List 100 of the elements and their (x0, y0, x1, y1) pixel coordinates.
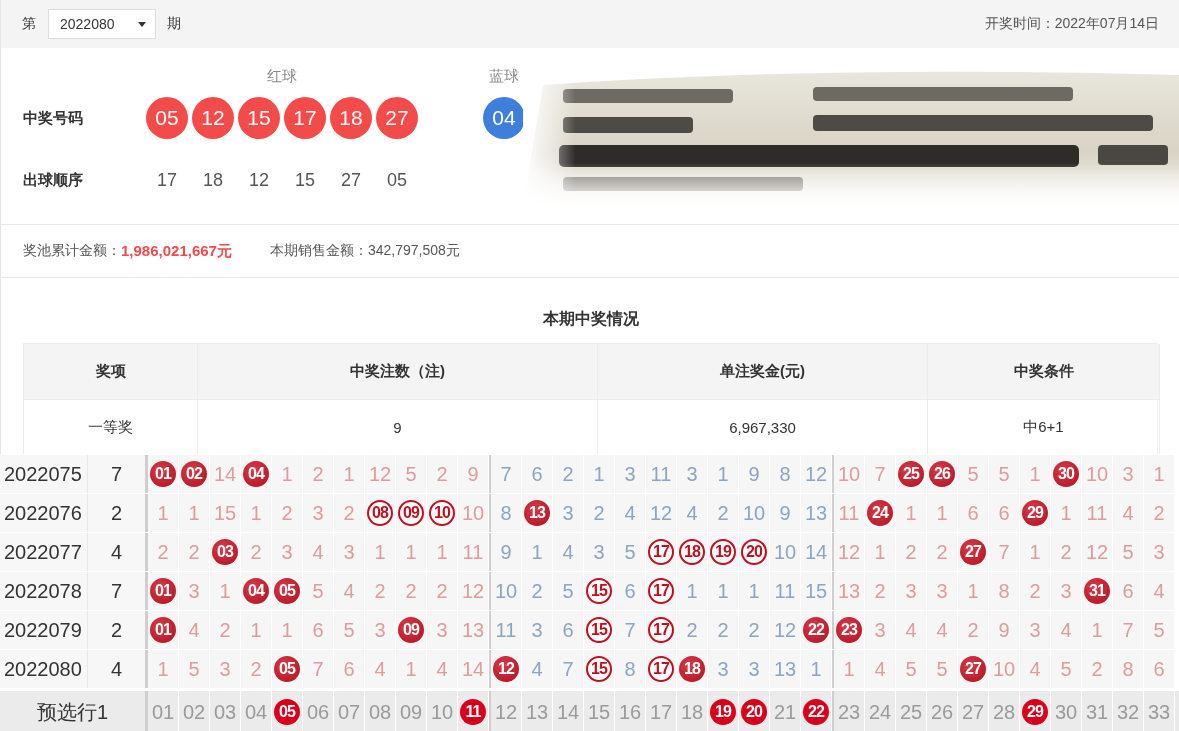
period-cell: 2022076 (0, 494, 88, 532)
number-ball: 27 (960, 539, 986, 565)
period-cell: 2022080 (0, 650, 88, 688)
miss-count: 4 (936, 618, 948, 642)
period-cell: 2022075 (0, 455, 88, 493)
miss-count: 4 (1153, 579, 1165, 603)
miss-count: 5 (343, 618, 355, 642)
miss-count: 10 (773, 540, 797, 564)
number-ball[interactable]: 05 (274, 699, 300, 725)
miss-count: 1 (1029, 462, 1041, 486)
draw-date: 开奖时间：2022年07月14日 (984, 15, 1159, 33)
miss-count: 12 (837, 540, 861, 564)
number-option[interactable]: 01 (151, 700, 175, 724)
miss-count: 2 (967, 618, 979, 642)
number-option[interactable]: 15 (587, 700, 611, 724)
miss-count: 6 (998, 501, 1010, 525)
circled-number: 17 (648, 617, 674, 643)
number-ball: 18 (679, 656, 705, 682)
number-option[interactable]: 25 (899, 700, 923, 724)
number-option[interactable]: 27 (961, 700, 985, 724)
issue-select[interactable]: 2022080 (48, 9, 156, 39)
number-option[interactable]: 26 (930, 700, 954, 724)
miss-count: 12 (461, 579, 485, 603)
miss-count: 13 (461, 618, 485, 642)
miss-count: 14 (213, 462, 237, 486)
number-option[interactable]: 04 (244, 700, 268, 724)
number-option[interactable]: 21 (773, 700, 797, 724)
number-ball[interactable]: 20 (741, 699, 767, 725)
period-cell: 2022079 (0, 611, 88, 649)
pool-amount: 1,986,021,667元 (121, 241, 232, 261)
miss-count: 1 (874, 540, 886, 564)
table-cell: 6,967,330 (598, 400, 928, 454)
miss-count: 15 (213, 501, 237, 525)
number-option[interactable]: 31 (1085, 700, 1109, 724)
number-ball[interactable]: 19 (710, 699, 736, 725)
number-ball[interactable]: 22 (803, 699, 829, 725)
number-ball[interactable]: 11 (460, 699, 486, 725)
miss-count: 5 (1060, 657, 1072, 681)
number-ball[interactable]: 29 (1022, 699, 1048, 725)
miss-count: 2 (686, 618, 698, 642)
miss-count: 3 (281, 540, 293, 564)
row-label: 中奖号码 (23, 108, 84, 128)
miss-count: 11 (495, 618, 517, 642)
miss-count: 11 (1086, 501, 1108, 525)
miss-count: 3 (593, 540, 605, 564)
miss-count: 3 (188, 579, 200, 603)
number-ball: 02 (181, 461, 207, 487)
table-cell: 中6+1 (928, 400, 1160, 454)
miss-count: 2 (593, 501, 605, 525)
number-option[interactable]: 13 (525, 700, 549, 724)
number-option[interactable]: 02 (182, 700, 206, 724)
number-option[interactable]: 09 (399, 700, 423, 724)
miss-count: 3 (531, 618, 543, 642)
number-option[interactable]: 08 (368, 700, 392, 724)
miss-count: 2 (531, 579, 543, 603)
miss-count: 8 (1122, 657, 1134, 681)
miss-count: 2 (188, 540, 200, 564)
number-ball: 29 (1022, 500, 1048, 526)
number-option[interactable]: 18 (680, 700, 704, 724)
number-ball: 15 (238, 97, 280, 139)
number-option[interactable]: 24 (868, 700, 892, 724)
number-ball: 04 (243, 578, 269, 604)
miss-count: 2 (1060, 540, 1072, 564)
table-cell: 一等奖 (24, 400, 198, 454)
miss-count: 5 (1122, 540, 1134, 564)
miss-count: 7 (874, 462, 886, 486)
number-ball: 05 (146, 97, 188, 139)
number-option[interactable]: 06 (306, 700, 330, 724)
miss-count: 3 (374, 618, 386, 642)
miss-count: 6 (312, 618, 324, 642)
number-option[interactable]: 14 (556, 700, 580, 724)
number-option[interactable]: 32 (1116, 700, 1140, 724)
column-header: 中奖注数（注) (198, 344, 598, 400)
miss-count: 9 (998, 618, 1010, 642)
order-number: 05 (386, 169, 408, 191)
miss-count: 6 (531, 462, 543, 486)
miss-count: 3 (686, 462, 698, 486)
column-header: 单注奖金(元) (598, 344, 928, 400)
number-option[interactable]: 30 (1054, 700, 1078, 724)
miss-count: 1 (531, 540, 543, 564)
number-option[interactable]: 07 (337, 700, 361, 724)
number-option[interactable]: 17 (649, 700, 673, 724)
number-option[interactable]: 28 (992, 700, 1016, 724)
miss-count: 3 (1122, 462, 1134, 486)
miss-count: 3 (436, 618, 448, 642)
number-option[interactable]: 10 (430, 700, 454, 724)
circled-number: 15 (586, 578, 612, 604)
miss-count: 8 (998, 579, 1010, 603)
number-ball: 12 (493, 656, 519, 682)
miss-count: 8 (779, 462, 791, 486)
order-number: 12 (248, 169, 270, 191)
count-cell: 7 (88, 455, 145, 493)
miss-count: 1 (281, 618, 293, 642)
number-option[interactable]: 33 (1147, 700, 1171, 724)
number-option[interactable]: 03 (213, 700, 237, 724)
number-option[interactable]: 23 (837, 700, 861, 724)
number-option[interactable]: 16 (618, 700, 642, 724)
number-option[interactable]: 12 (494, 700, 518, 724)
miss-count: 1 (157, 657, 169, 681)
miss-count: 10 (494, 579, 518, 603)
